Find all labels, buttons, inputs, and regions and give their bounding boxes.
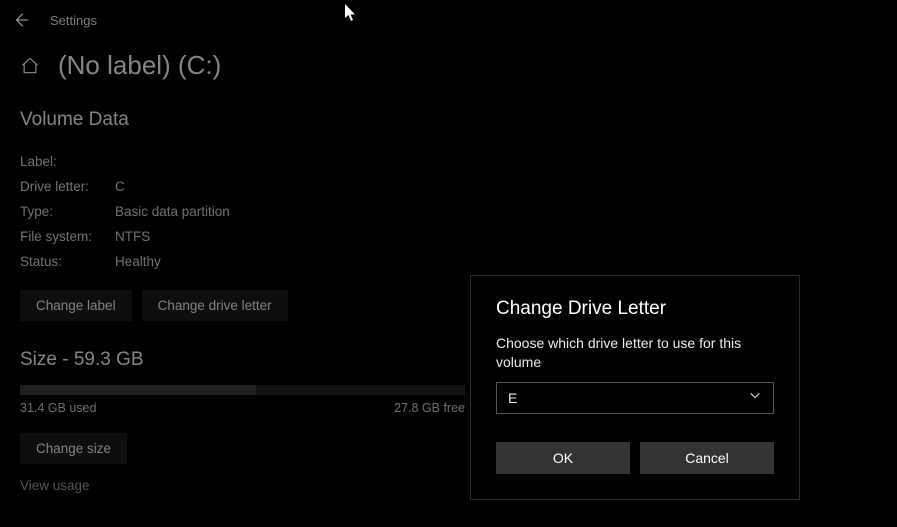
drive-letter-value: E: [508, 390, 517, 406]
kv-row: File system:NTFS: [20, 224, 877, 249]
kv-key: Type:: [20, 199, 115, 224]
chevron-down-icon: [748, 388, 762, 407]
size-free-label: 27.8 GB free: [394, 401, 465, 415]
dialog-title: Change Drive Letter: [496, 298, 774, 320]
drive-letter-select[interactable]: E: [496, 382, 774, 414]
size-used-label: 31.4 GB used: [20, 401, 96, 415]
kv-key: Drive letter:: [20, 174, 115, 199]
kv-row: Drive letter:C: [20, 174, 877, 199]
kv-value: NTFS: [115, 224, 150, 249]
volume-data-heading: Volume Data: [20, 109, 877, 131]
ok-button[interactable]: OK: [496, 442, 630, 474]
change-drive-letter-button[interactable]: Change drive letter: [142, 290, 288, 321]
window-title: Settings: [50, 13, 97, 28]
kv-value: Basic data partition: [115, 199, 230, 224]
kv-row: Label:: [20, 149, 877, 174]
change-size-button[interactable]: Change size: [20, 433, 127, 464]
size-bar-fill: [20, 385, 256, 395]
page-title: (No label) (C:): [58, 50, 221, 81]
change-label-button[interactable]: Change label: [20, 290, 132, 321]
kv-value: C: [115, 174, 125, 199]
kv-key: Label:: [20, 149, 115, 174]
kv-key: File system:: [20, 224, 115, 249]
kv-key: Status:: [20, 249, 115, 274]
kv-value: Healthy: [115, 249, 161, 274]
cancel-button[interactable]: Cancel: [640, 442, 774, 474]
change-drive-letter-dialog: Change Drive Letter Choose which drive l…: [470, 275, 800, 500]
kv-row: Type:Basic data partition: [20, 199, 877, 224]
kv-row: Status:Healthy: [20, 249, 877, 274]
size-bar: [20, 385, 465, 395]
home-icon[interactable]: [20, 56, 40, 76]
volume-data-table: Label:Drive letter:CType:Basic data part…: [20, 149, 877, 274]
dialog-text: Choose which drive letter to use for thi…: [496, 334, 774, 372]
back-button[interactable]: [12, 11, 30, 29]
